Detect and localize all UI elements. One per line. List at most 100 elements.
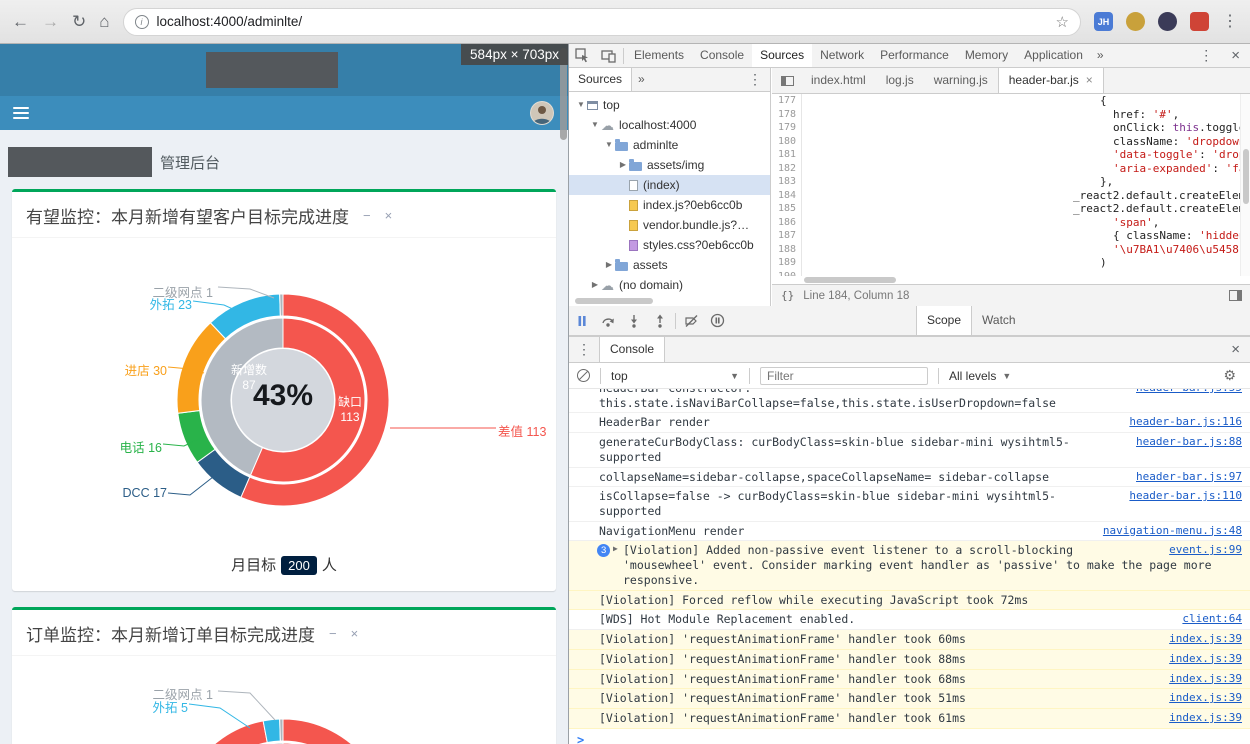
line-number[interactable]: 179: [772, 121, 802, 135]
code-text[interactable]: '\u7BA1\u7406\u5458': [802, 243, 1250, 257]
execution-context-selector[interactable]: top ▼: [611, 369, 739, 383]
user-avatar[interactable]: [530, 101, 554, 125]
clear-console-icon[interactable]: [577, 369, 590, 382]
code-text[interactable]: href: '#',: [802, 108, 1250, 122]
code-text[interactable]: _react2.default.createElement(: [802, 202, 1250, 216]
code-text[interactable]: { className: 'hidden-xs' },: [802, 229, 1250, 243]
tree-item-adminlte[interactable]: ▼ adminlte: [569, 135, 770, 155]
navigator-toggle-icon[interactable]: [781, 75, 794, 86]
tab-console[interactable]: Console: [599, 337, 666, 362]
extension-icon-1[interactable]: [1126, 12, 1145, 31]
devtools-menu-icon[interactable]: ⋮: [1191, 47, 1221, 64]
file-tab-index.html[interactable]: index.html: [801, 68, 876, 93]
console-source-link[interactable]: header-bar.js:97: [1136, 470, 1242, 484]
collapse-icon[interactable]: ▼: [575, 95, 587, 115]
navigator-scrollbar[interactable]: [569, 296, 770, 306]
hamburger-menu-icon[interactable]: [13, 104, 29, 122]
file-tab-warning.js[interactable]: warning.js: [924, 68, 998, 93]
donut-segment-二级网点[interactable]: [279, 718, 284, 742]
drawer-close-icon[interactable]: ×: [1221, 341, 1250, 358]
console-source-link[interactable]: header-bar.js:110: [1129, 489, 1242, 503]
inspect-element-icon[interactable]: [569, 44, 595, 68]
console-source-link[interactable]: header-bar.js:55: [1136, 389, 1242, 395]
collapse-icon[interactable]: ▼: [603, 135, 615, 155]
devtools-tab-memory[interactable]: Memory: [957, 44, 1016, 67]
home-icon[interactable]: ⌂: [99, 13, 109, 30]
collapse-icon[interactable]: −: [329, 626, 337, 641]
devtools-tab-application[interactable]: Application: [1016, 44, 1091, 67]
tree-item-localhost-4000[interactable]: ▼ ☁ localhost:4000: [569, 115, 770, 135]
back-icon[interactable]: ←: [12, 13, 29, 30]
pretty-print-icon[interactable]: {}: [772, 289, 803, 302]
console-source-link[interactable]: index.js:39: [1169, 672, 1242, 686]
bookmark-star-icon[interactable]: ☆: [1056, 13, 1069, 31]
step-out-icon[interactable]: [647, 306, 673, 336]
profile-badge[interactable]: JH: [1094, 12, 1113, 31]
console-prompt[interactable]: >: [569, 729, 1250, 744]
step-into-icon[interactable]: [621, 306, 647, 336]
tree-item-assets-img[interactable]: ▶ assets/img: [569, 155, 770, 175]
close-icon[interactable]: ×: [385, 208, 393, 223]
reload-icon[interactable]: ↻: [72, 13, 86, 30]
pause-on-exceptions-icon[interactable]: [704, 306, 730, 336]
address-bar[interactable]: i localhost:4000/adminlte/ ☆: [122, 7, 1081, 36]
tree-item-index.js-0eb6cc0b[interactable]: index.js?0eb6cc0b: [569, 195, 770, 215]
console-filter-input[interactable]: [760, 366, 928, 385]
console-source-link[interactable]: index.js:39: [1169, 652, 1242, 666]
collapse-icon[interactable]: −: [363, 208, 371, 223]
forward-icon[interactable]: →: [42, 13, 59, 30]
tree-item-vendor.bundle.js-0eb6cc0b[interactable]: vendor.bundle.js?0eb6cc0b: [569, 215, 770, 235]
devtools-tab-performance[interactable]: Performance: [872, 44, 957, 67]
line-number[interactable]: 178: [772, 107, 802, 121]
tab-watch[interactable]: Watch: [972, 306, 1026, 335]
devtools-close-icon[interactable]: ×: [1221, 47, 1250, 64]
tree-item-styles.css-0eb6cc0b[interactable]: styles.css?0eb6cc0b: [569, 235, 770, 255]
code-text[interactable]: onClick: this.toggleUserDropdown,: [802, 121, 1250, 135]
expand-icon[interactable]: ▶: [589, 275, 601, 295]
file-tab-header-bar.js[interactable]: header-bar.js ×: [997, 68, 1104, 93]
code-text[interactable]: 'span',: [802, 216, 1250, 230]
code-text[interactable]: _react2.default.createElement(: [802, 189, 1250, 203]
device-toolbar-icon[interactable]: [595, 44, 621, 68]
collapse-icon[interactable]: ▼: [589, 115, 601, 135]
donut-segment-二级网点[interactable]: [279, 293, 284, 317]
expand-icon[interactable]: ▶: [603, 255, 615, 275]
code-text[interactable]: 'aria-expanded': 'false': [802, 162, 1250, 176]
code-text[interactable]: {: [802, 94, 1250, 108]
console-source-link[interactable]: index.js:39: [1169, 711, 1242, 725]
devtools-tab-console[interactable]: Console: [692, 44, 752, 67]
expand-icon[interactable]: ▶: [617, 155, 629, 175]
line-number[interactable]: 188: [772, 242, 802, 256]
editor-vscrollbar[interactable]: [1240, 94, 1250, 276]
devtools-tab-sources[interactable]: Sources: [752, 44, 813, 67]
code-text[interactable]: 'data-toggle': 'dropdown',: [802, 148, 1250, 162]
log-level-selector[interactable]: All levels ▼: [949, 369, 1011, 383]
console-source-link[interactable]: client:64: [1182, 612, 1242, 626]
extension-icon-2[interactable]: [1158, 12, 1177, 31]
close-tab-icon[interactable]: ×: [1086, 68, 1093, 93]
console-source-link[interactable]: index.js:39: [1169, 691, 1242, 705]
line-number[interactable]: 187: [772, 229, 802, 243]
devtools-tab-network[interactable]: Network: [812, 44, 872, 67]
browser-menu-icon[interactable]: ⋮: [1222, 13, 1238, 30]
console-source-link[interactable]: navigation-menu.js:48: [1103, 524, 1242, 538]
console-source-link[interactable]: event.js:99: [1169, 543, 1242, 557]
tree-item-assets[interactable]: ▶ assets: [569, 255, 770, 275]
code-text[interactable]: ): [802, 256, 1250, 270]
code-text[interactable]: className: 'dropdown-toggle',: [802, 135, 1250, 149]
tree-item-(no-domain)[interactable]: ▶ ☁ (no domain): [569, 275, 770, 295]
line-number[interactable]: 184: [772, 188, 802, 202]
step-over-icon[interactable]: [595, 306, 621, 336]
line-number[interactable]: 185: [772, 202, 802, 216]
tab-sources[interactable]: Sources: [569, 68, 633, 91]
code-editor[interactable]: 177{178 href: '#', 179 onClick: this.toggle…: [772, 94, 1250, 276]
tree-item-(index)[interactable]: (index): [569, 175, 770, 195]
more-tabs-chevron[interactable]: »: [1091, 44, 1110, 67]
line-number[interactable]: 181: [772, 148, 802, 162]
extension-icon-3[interactable]: [1190, 12, 1209, 31]
console-source-link[interactable]: header-bar.js:88: [1136, 435, 1242, 449]
console-settings-gear-icon[interactable]: ⚙: [1223, 367, 1242, 384]
tree-item-top[interactable]: ▼ top: [569, 95, 770, 115]
more-tabs-chevron[interactable]: »: [632, 68, 651, 91]
line-number[interactable]: 182: [772, 161, 802, 175]
